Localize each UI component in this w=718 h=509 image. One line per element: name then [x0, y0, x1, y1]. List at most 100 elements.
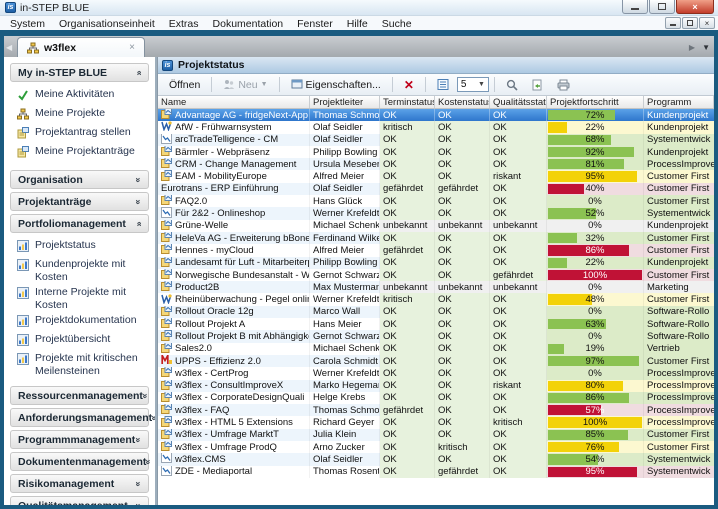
- sidebar-section-portfoliomanagement[interactable]: Portfoliomanagement »: [10, 214, 149, 233]
- sidebar-section-risikomanagement[interactable]: Risikomanagement »: [10, 474, 149, 493]
- table-row[interactable]: Rollout Projekt A Hans Meier OK OK OK 63% Soft…: [158, 318, 714, 331]
- table-row[interactable]: w3flex - HTML 5 Extensions Richard Geyer O…: [158, 416, 714, 429]
- column-header-name[interactable]: Name: [158, 96, 310, 108]
- table-row[interactable]: EAM - MobilityEurope Alfred Meier OK OK risk…: [158, 170, 714, 183]
- table-row[interactable]: w3flex.CMS Olaf Seidler OK OK OK 54% Systement…: [158, 453, 714, 466]
- menu-item-system[interactable]: System: [3, 18, 52, 30]
- table-row[interactable]: Rollout Projekt B mit Abhängigkeit Gernot…: [158, 330, 714, 343]
- expand-chevron-icon[interactable]: »: [150, 415, 155, 420]
- table-row[interactable]: UPPS - Effizienz 2.0 Carola Schmidt OK OK OK…: [158, 354, 714, 368]
- project-icon: [161, 379, 172, 392]
- expand-chevron-icon[interactable]: »: [140, 393, 150, 398]
- column-header-qualitätsstatus[interactable]: Qualitätsstatus: [490, 96, 547, 108]
- table-row[interactable]: Norwegische Bundesanstalt - Wiki Gernot S…: [158, 268, 714, 282]
- close-button[interactable]: ×: [676, 0, 714, 14]
- filter-list-button[interactable]: [431, 78, 455, 91]
- table-row[interactable]: Rheinüberwachung - Pegel online Werner Kr…: [158, 293, 714, 306]
- sidebar-item-projekte-mit-kritischen-meilensteinen[interactable]: Projekte mit kritischen Meilensteinen: [4, 351, 155, 379]
- sidebar-item-interne-projekte-mit-kosten[interactable]: Interne Projekte mit Kosten: [4, 285, 155, 313]
- sidebar-item-projektstatus[interactable]: Projektstatus: [4, 238, 155, 257]
- sidebar-item-projektdokumentation[interactable]: Projektdokumentation: [4, 313, 155, 332]
- open-button[interactable]: Öffnen: [163, 78, 206, 92]
- mdi-restore-button[interactable]: [682, 17, 698, 29]
- sidebar-item-meine-aktivit-ten[interactable]: Meine Aktivitäten: [4, 87, 155, 106]
- sidebar-section-organisation[interactable]: Organisation »: [10, 170, 149, 189]
- sidebar-section-anforderungsmanagement[interactable]: Anforderungsmanagement»: [10, 408, 155, 427]
- tab-list-dropdown-icon[interactable]: ▼: [702, 43, 710, 52]
- table-row[interactable]: HeleVa AG - Erweiterung bBone Ferdinand W…: [158, 231, 714, 245]
- sidebar-section-qualit-tsmanagement[interactable]: Qualitätsmanagement »: [10, 496, 149, 505]
- delete-button[interactable]: ✕: [398, 77, 420, 93]
- maximize-button[interactable]: [649, 0, 675, 14]
- table-row[interactable]: ZDE - MediaportalThomas RosenthalOKgefäh…: [158, 465, 714, 478]
- column-header-kostenstatus[interactable]: Kostenstatus: [435, 96, 490, 108]
- expand-chevron-icon[interactable]: »: [133, 481, 143, 486]
- table-row[interactable]: Advantage AG - fridgeNext-App Thomas Schm…: [158, 109, 714, 122]
- expand-chevron-icon[interactable]: »: [133, 503, 143, 505]
- kostenstatus-cell: OK: [435, 354, 490, 368]
- sidebar-item-projekt-bersicht[interactable]: Projektübersicht: [4, 332, 155, 351]
- expand-chevron-icon[interactable]: »: [133, 199, 143, 204]
- terminstatus-cell: OK: [380, 231, 435, 245]
- tab-w3flex[interactable]: w3flex ×: [17, 37, 145, 57]
- table-row[interactable]: Grüne-WelleMichael Schenkelunbekanntunbe…: [158, 219, 714, 232]
- expand-chevron-icon[interactable]: »: [133, 177, 143, 182]
- mdi-minimize-button[interactable]: [665, 17, 681, 29]
- collapse-chevron-icon[interactable]: »: [133, 221, 143, 226]
- sidebar-item-projektantrag-stellen[interactable]: Projektantrag stellen: [4, 125, 155, 144]
- menu-item-hilfe[interactable]: Hilfe: [340, 18, 375, 30]
- menu-item-dokumentation[interactable]: Dokumentation: [206, 18, 291, 30]
- table-row[interactable]: w3flex - CertProg Werner Krefeldt OK OK OK 0%…: [158, 367, 714, 380]
- sidebar-item-kundenprojekte-mit-kosten[interactable]: Kundenprojekte mit Kosten: [4, 257, 155, 285]
- row-limit-combobox[interactable]: 5 ▼: [456, 77, 489, 92]
- column-header-projektfortschritt[interactable]: Projektfortschritt: [547, 96, 644, 108]
- table-row[interactable]: Sales2.0Michael SchenkelOKOKOK19%Vertrie…: [158, 342, 714, 355]
- table-row[interactable]: CRM - Change Management Ursula Meseberg OK…: [158, 158, 714, 171]
- table-row[interactable]: w3flex - Umfrage ProdQ Arno Zucker OK kriti…: [158, 441, 714, 454]
- table-row[interactable]: FAQ2.0 Hans Glück OK OK OK 0% Customer First: [158, 195, 714, 208]
- sidebar-section-my-in-step-blue[interactable]: My in-STEP BLUE »: [10, 63, 149, 82]
- table-row[interactable]: w3flex - FAQThomas SchmoldtgefährdetOKOK…: [158, 404, 714, 417]
- mdi-close-button[interactable]: ×: [699, 17, 715, 29]
- properties-button[interactable]: Eigenschaften...: [285, 78, 387, 92]
- column-header-terminstatus[interactable]: Terminstatus: [380, 96, 435, 108]
- qualitaetstatus-cell: OK: [490, 453, 547, 466]
- column-header-projektleiter[interactable]: Projektleiter: [310, 96, 380, 108]
- tab-scroll-left-icon[interactable]: ◀: [6, 43, 12, 52]
- table-row[interactable]: Hennes - myCloud Alfred Meier gefährdet OK O…: [158, 244, 714, 257]
- table-row[interactable]: Product2B Max Mustermann unbekannt unbekann…: [158, 281, 714, 294]
- tab-close-icon[interactable]: ×: [129, 42, 135, 53]
- table-row[interactable]: Bärmler - Webpräsenz Philipp Bowling OK OK O…: [158, 145, 714, 159]
- project-leader-cell: Thomas Rosenthal: [310, 465, 380, 478]
- table-row[interactable]: w3flex - ConsultImproveXMarko HegemannOK…: [158, 379, 714, 392]
- table-row[interactable]: Für 2&2 - Onlineshop Werner Krefeldt OK OK O…: [158, 207, 714, 220]
- expand-chevron-icon[interactable]: »: [133, 437, 143, 442]
- menu-item-fenster[interactable]: Fenster: [290, 18, 340, 30]
- refresh-button[interactable]: [526, 78, 549, 92]
- table-row[interactable]: w3flex - Umfrage MarktT Julia Klein OK OK OK…: [158, 428, 714, 442]
- sidebar-section-ressourcenmanagement[interactable]: Ressourcenmanagement»: [10, 386, 150, 405]
- sidebar-item-meine-projekte[interactable]: Meine Projekte: [4, 106, 155, 125]
- sidebar-section-projektantr-ge[interactable]: Projektanträge »: [10, 192, 149, 211]
- table-row[interactable]: AfW - Frühwarnsystem Olaf Seidler kritisch…: [158, 121, 714, 134]
- new-button[interactable]: Neu ▼: [217, 78, 273, 92]
- table-row[interactable]: Eurotrans - ERP Einführung Olaf Seidler ge…: [158, 182, 714, 196]
- menu-item-organisationseinheit[interactable]: Organisationseinheit: [52, 18, 162, 30]
- tab-scroll-right-icon[interactable]: ▶: [689, 43, 695, 52]
- search-button[interactable]: [500, 78, 524, 92]
- column-header-programm[interactable]: Programm: [644, 96, 714, 108]
- collapse-chevron-icon[interactable]: »: [133, 70, 143, 75]
- sidebar-item-meine-projektantr-ge[interactable]: Meine Projektanträge: [4, 144, 155, 163]
- print-button[interactable]: [551, 78, 576, 92]
- project-leader-cell: Alfred Meier: [310, 244, 380, 257]
- table-row[interactable]: Rollout Oracle 12g Marco Wall OK OK OK 0% Soft…: [158, 305, 714, 319]
- minimize-button[interactable]: [622, 0, 648, 14]
- sidebar-section-programmmanagement[interactable]: Programmmanagement»: [10, 430, 149, 449]
- menu-item-suche[interactable]: Suche: [375, 18, 419, 30]
- expand-chevron-icon[interactable]: »: [144, 459, 154, 464]
- table-row[interactable]: arcTradeTelligence - CM Olaf Seidler OK OK O…: [158, 133, 714, 146]
- table-row[interactable]: w3flex - CorporateDesignQuali Helge Krebs…: [158, 391, 714, 405]
- sidebar-section-dokumentenmanagement[interactable]: Dokumentenmanagement»: [10, 452, 154, 471]
- menu-item-extras[interactable]: Extras: [162, 18, 206, 30]
- table-row[interactable]: Landesamt für Luft - MitarbeiterportalPh…: [158, 256, 714, 269]
